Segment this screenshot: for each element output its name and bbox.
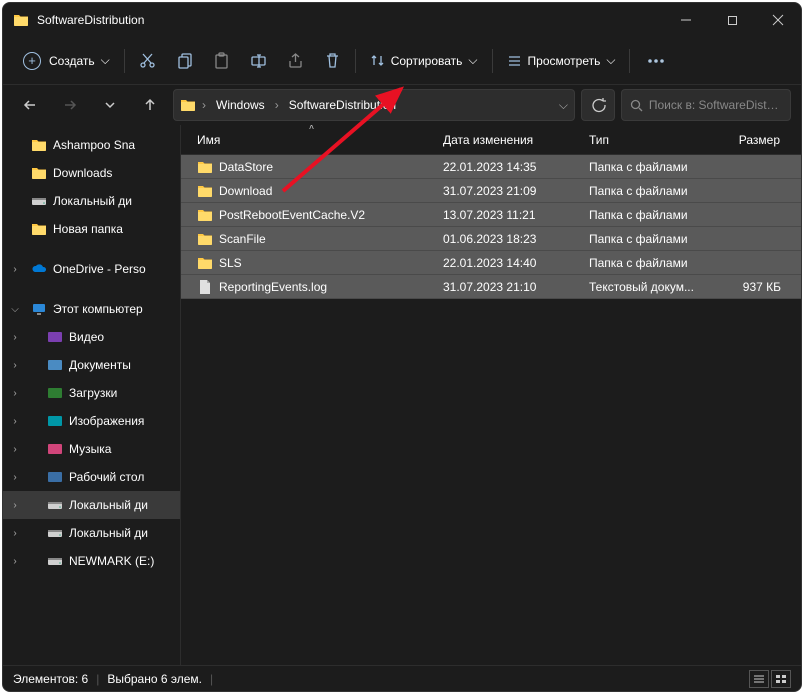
minimize-button[interactable] [663, 3, 709, 37]
col-name[interactable]: ˄Имя [189, 125, 435, 154]
folder-icon [180, 97, 196, 113]
cut-button[interactable] [129, 44, 166, 78]
sort-icon [370, 53, 385, 68]
nav-row: › Windows › SoftwareDistribution ⌵ Поиск… [3, 85, 801, 125]
forward-button[interactable] [53, 90, 87, 120]
status-count: Элементов: 6 [13, 672, 88, 686]
status-bar: Элементов: 6 | Выбрано 6 элем. | [3, 665, 801, 691]
sidebar-item[interactable]: ›NEWMARK (E:) [3, 547, 180, 575]
toolbar: + Создать ⌵ Сортировать ⌵ Просмотреть ⌵ [3, 37, 801, 85]
chevron-down-icon: ⌵ [101, 53, 110, 68]
sidebar-item[interactable]: Новая папка [3, 215, 180, 243]
sidebar-item[interactable]: Downloads [3, 159, 180, 187]
sidebar: Ashampoo SnaDownloadsЛокальный диНовая п… [3, 125, 181, 665]
new-button[interactable]: + Создать ⌵ [13, 44, 120, 78]
search-icon [630, 99, 643, 112]
sidebar-item[interactable]: ›Документы [3, 351, 180, 379]
paste-button[interactable] [203, 44, 240, 78]
share-button[interactable] [277, 44, 314, 78]
column-headers: ˄Имя Дата изменения Тип Размер [181, 125, 801, 155]
breadcrumb[interactable]: SoftwareDistribution [285, 96, 400, 114]
file-list[interactable]: DataStore22.01.2023 14:35Папка с файлами… [181, 155, 801, 665]
maximize-button[interactable] [709, 3, 755, 37]
view-label: Просмотреть [528, 54, 601, 68]
titlebar[interactable]: SoftwareDistribution [3, 3, 801, 37]
table-row[interactable]: DataStore22.01.2023 14:35Папка с файлами [181, 155, 801, 179]
sidebar-item[interactable]: Ashampoo Sna [3, 131, 180, 159]
sidebar-thispc[interactable]: ⌵Этот компьютер [3, 295, 180, 323]
search-placeholder: Поиск в: SoftwareDistri... [649, 98, 782, 112]
table-row[interactable]: PostRebootEventCache.V213.07.2023 11:21П… [181, 203, 801, 227]
delete-button[interactable] [314, 44, 351, 78]
folder-icon [13, 12, 29, 28]
copy-button[interactable] [166, 44, 203, 78]
view-details-button[interactable] [749, 670, 769, 688]
sidebar-item[interactable]: ›Загрузки [3, 379, 180, 407]
sidebar-item[interactable]: Локальный ди [3, 187, 180, 215]
table-row[interactable]: Download31.07.2023 21:09Папка с файлами [181, 179, 801, 203]
sort-asc-icon: ˄ [309, 125, 314, 132]
status-selected: Выбрано 6 элем. [107, 672, 202, 686]
view-icon [507, 53, 522, 68]
back-button[interactable] [13, 90, 47, 120]
more-button[interactable] [634, 44, 678, 78]
plus-icon: + [23, 52, 41, 70]
col-date[interactable]: Дата изменения [435, 125, 581, 154]
sidebar-item[interactable]: ›Локальный ди [3, 519, 180, 547]
refresh-button[interactable] [581, 89, 615, 121]
sidebar-item[interactable]: ›Рабочий стол [3, 463, 180, 491]
table-row[interactable]: ReportingEvents.log31.07.2023 21:10Текст… [181, 275, 801, 299]
close-button[interactable] [755, 3, 801, 37]
rename-button[interactable] [240, 44, 277, 78]
view-tiles-button[interactable] [771, 670, 791, 688]
chevron-down-icon: ⌵ [606, 53, 615, 68]
view-button[interactable]: Просмотреть ⌵ [497, 44, 626, 78]
address-bar[interactable]: › Windows › SoftwareDistribution ⌵ [173, 89, 575, 121]
sort-button[interactable]: Сортировать ⌵ [360, 44, 488, 78]
chevron-down-icon[interactable]: ⌵ [559, 98, 568, 113]
window-title: SoftwareDistribution [37, 13, 144, 27]
recent-button[interactable] [93, 90, 127, 120]
table-row[interactable]: ScanFile01.06.2023 18:23Папка с файлами [181, 227, 801, 251]
sidebar-item[interactable]: ›Музыка [3, 435, 180, 463]
table-row[interactable]: SLS22.01.2023 14:40Папка с файлами [181, 251, 801, 275]
chevron-down-icon: ⌵ [468, 53, 477, 68]
sidebar-onedrive[interactable]: ›OneDrive - Perso [3, 255, 180, 283]
sidebar-item[interactable]: ›Локальный ди [3, 491, 180, 519]
col-type[interactable]: Тип [581, 125, 721, 154]
breadcrumb[interactable]: Windows [212, 96, 269, 114]
sidebar-item[interactable]: ›Изображения [3, 407, 180, 435]
up-button[interactable] [133, 90, 167, 120]
sidebar-item[interactable]: ›Видео [3, 323, 180, 351]
new-label: Создать [49, 54, 95, 68]
sort-label: Сортировать [391, 54, 463, 68]
col-size[interactable]: Размер [721, 125, 801, 154]
search-input[interactable]: Поиск в: SoftwareDistri... [621, 89, 791, 121]
main-pane: ˄Имя Дата изменения Тип Размер DataStore… [181, 125, 801, 665]
